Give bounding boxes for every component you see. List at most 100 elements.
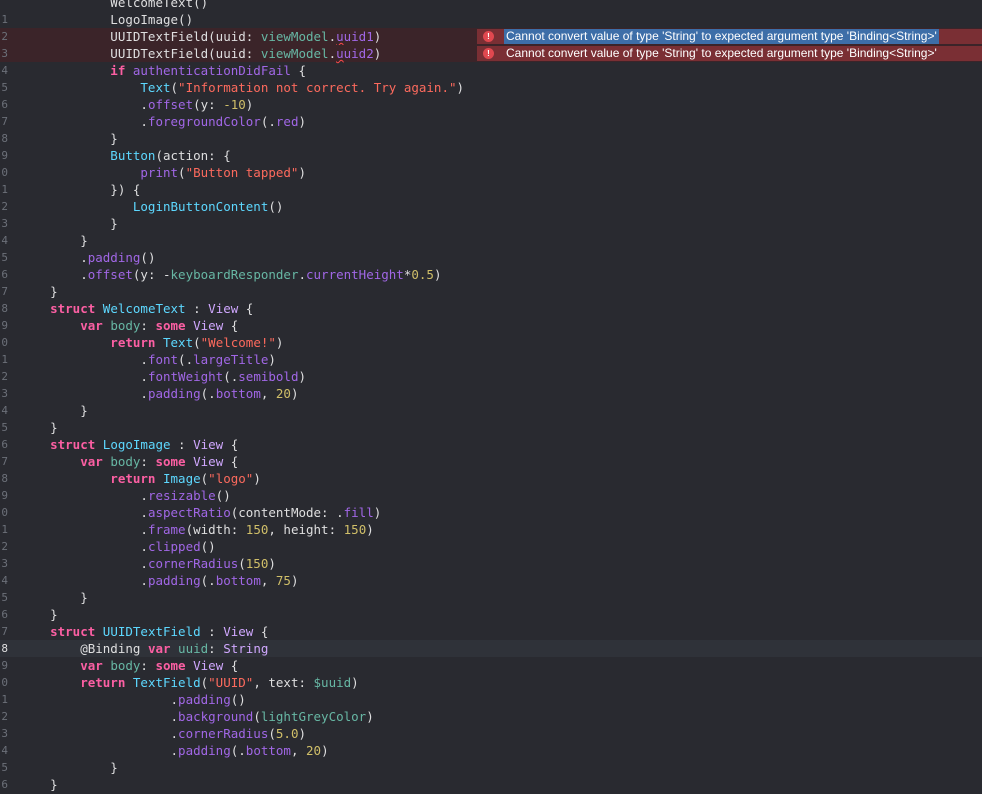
code-text[interactable]: LogoImage() xyxy=(20,11,193,28)
code-line[interactable]: 6 .offset(y: -10) xyxy=(0,96,982,113)
code-text[interactable]: print("Button tapped") xyxy=(20,164,306,181)
code-text[interactable]: .frame(width: 150, height: 150) xyxy=(20,521,373,538)
code-line[interactable]: 3 .cornerRadius(5.0) xyxy=(0,725,982,742)
code-text[interactable]: Text("Information not correct. Try again… xyxy=(20,79,464,96)
code-line[interactable]: 9 Button(action: { xyxy=(0,147,982,164)
code-text[interactable]: } xyxy=(20,776,58,793)
inline-error-banner[interactable]: ! Cannot convert value of type 'String' t… xyxy=(477,46,982,61)
code-text[interactable]: .padding() xyxy=(20,691,246,708)
code-line[interactable]: 3 .padding(.bottom, 20) xyxy=(0,385,982,402)
code-line[interactable]: 7 .foregroundColor(.red) xyxy=(0,113,982,130)
code-line[interactable]: 7 var body: some View { xyxy=(0,453,982,470)
code-line[interactable]: 6 .offset(y: -keyboardResponder.currentH… xyxy=(0,266,982,283)
code-token: , xyxy=(260,386,276,401)
code-line[interactable]: 3 } xyxy=(0,215,982,232)
code-text[interactable]: var body: some View { xyxy=(20,317,238,334)
code-text[interactable]: } xyxy=(20,283,58,300)
code-line[interactable]: 2 .clipped() xyxy=(0,538,982,555)
code-line[interactable]: 3 .cornerRadius(150) xyxy=(0,555,982,572)
code-line[interactable]: 0 print("Button tapped") xyxy=(0,164,982,181)
code-line[interactable]: 8 struct WelcomeText : View { xyxy=(0,300,982,317)
code-line[interactable]: 4 } xyxy=(0,232,982,249)
code-line[interactable]: 1 .frame(width: 150, height: 150) xyxy=(0,521,982,538)
code-text[interactable]: } xyxy=(20,419,58,436)
code-text[interactable]: } xyxy=(20,215,118,232)
code-text[interactable]: } xyxy=(20,402,88,419)
code-text[interactable]: .padding(.bottom, 20) xyxy=(20,742,329,759)
code-line[interactable]: 9 var body: some View { xyxy=(0,657,982,674)
code-text[interactable]: .fontWeight(.semibold) xyxy=(20,368,306,385)
code-text[interactable]: } xyxy=(20,759,118,776)
code-text[interactable]: .cornerRadius(150) xyxy=(20,555,275,572)
code-text[interactable]: } xyxy=(20,606,58,623)
code-text[interactable]: if authenticationDidFail { xyxy=(20,62,306,79)
code-line[interactable]: 5 } xyxy=(0,419,982,436)
code-text[interactable]: }) { xyxy=(20,181,140,198)
code-text[interactable]: .foregroundColor(.red) xyxy=(20,113,306,130)
code-text[interactable]: .offset(y: -keyboardResponder.currentHei… xyxy=(20,266,441,283)
error-icon: ! xyxy=(483,48,494,59)
code-text[interactable]: WelcomeText() xyxy=(20,0,208,11)
code-text[interactable]: Button(action: { xyxy=(20,147,230,164)
code-text[interactable]: struct LogoImage : View { xyxy=(20,436,238,453)
code-text[interactable]: var body: some View { xyxy=(20,657,238,674)
code-line[interactable]: 4 if authenticationDidFail { xyxy=(0,62,982,79)
code-line-current[interactable]: 8 @Binding var uuid: String xyxy=(0,640,982,657)
code-line[interactable]: 2 LoginButtonContent() xyxy=(0,198,982,215)
code-line[interactable]: 4 .padding(.bottom, 75) xyxy=(0,572,982,589)
code-text[interactable]: .offset(y: -10) xyxy=(20,96,253,113)
code-line[interactable]: 5 } xyxy=(0,589,982,606)
code-line[interactable]: 0 .aspectRatio(contentMode: .fill) xyxy=(0,504,982,521)
code-line[interactable]: 2 .background(lightGreyColor) xyxy=(0,708,982,725)
code-text[interactable]: LoginButtonContent() xyxy=(20,198,284,215)
code-text[interactable]: .padding(.bottom, 20) xyxy=(20,385,298,402)
code-text[interactable]: .clipped() xyxy=(20,538,215,555)
inline-error-banner[interactable]: ! Cannot convert value of type 'String' t… xyxy=(477,29,982,44)
code-line[interactable]: 9 .resizable() xyxy=(0,487,982,504)
code-line[interactable]: 6 } xyxy=(0,776,982,793)
code-line[interactable]: 8 return Image("logo") xyxy=(0,470,982,487)
code-line[interactable]: 1 .font(.largeTitle) xyxy=(0,351,982,368)
code-text[interactable]: .cornerRadius(5.0) xyxy=(20,725,307,742)
code-text[interactable]: var body: some View { xyxy=(20,453,238,470)
code-line[interactable]: 0 return Text("Welcome!") xyxy=(0,334,982,351)
code-line[interactable]: WelcomeText() xyxy=(0,0,982,11)
code-line[interactable]: 6 } xyxy=(0,606,982,623)
code-line[interactable]: 1 }) { xyxy=(0,181,982,198)
code-text[interactable]: } xyxy=(20,232,88,249)
code-text[interactable]: .aspectRatio(contentMode: .fill) xyxy=(20,504,381,521)
code-line[interactable]: 5 Text("Information not correct. Try aga… xyxy=(0,79,982,96)
code-line[interactable]: 4 } xyxy=(0,402,982,419)
code-line[interactable]: 0 return TextField("UUID", text: $uuid) xyxy=(0,674,982,691)
code-text[interactable]: .resizable() xyxy=(20,487,230,504)
code-line[interactable]: 6 struct LogoImage : View { xyxy=(0,436,982,453)
code-text[interactable]: } xyxy=(20,130,118,147)
code-editor[interactable]: WelcomeText() 1 LogoImage() 2 UUIDTextFiel… xyxy=(0,0,982,794)
code-text[interactable]: UUIDTextField(uuid: viewModel.uuid1) xyxy=(20,28,381,45)
code-line[interactable]: 9 var body: some View { xyxy=(0,317,982,334)
code-line[interactable]: 5 } xyxy=(0,759,982,776)
code-text[interactable]: return Image("logo") xyxy=(20,470,261,487)
code-line-error[interactable]: 2 UUIDTextField(uuid: viewModel.uuid1)! C… xyxy=(0,28,982,45)
code-line[interactable]: 7 struct UUIDTextField : View { xyxy=(0,623,982,640)
code-text[interactable]: } xyxy=(20,589,88,606)
code-line[interactable]: 4 .padding(.bottom, 20) xyxy=(0,742,982,759)
code-text[interactable]: struct WelcomeText : View { xyxy=(20,300,253,317)
code-text[interactable]: .padding(.bottom, 75) xyxy=(20,572,298,589)
code-text[interactable]: return Text("Welcome!") xyxy=(20,334,283,351)
code-line-error[interactable]: 3 UUIDTextField(uuid: viewModel.uuid2)! C… xyxy=(0,45,982,62)
code-line[interactable]: 7 } xyxy=(0,283,982,300)
code-line[interactable]: 5 .padding() xyxy=(0,249,982,266)
code-text[interactable]: .padding() xyxy=(20,249,155,266)
code-token: { xyxy=(290,63,306,78)
code-text[interactable]: .font(.largeTitle) xyxy=(20,351,276,368)
code-text[interactable]: UUIDTextField(uuid: viewModel.uuid2) xyxy=(20,45,381,62)
code-text[interactable]: .background(lightGreyColor) xyxy=(20,708,374,725)
code-line[interactable]: 8 } xyxy=(0,130,982,147)
code-line[interactable]: 1 .padding() xyxy=(0,691,982,708)
code-text[interactable]: struct UUIDTextField : View { xyxy=(20,623,268,640)
code-line[interactable]: 1 LogoImage() xyxy=(0,11,982,28)
code-text[interactable]: @Binding var uuid: String xyxy=(20,640,268,657)
code-text[interactable]: return TextField("UUID", text: $uuid) xyxy=(20,674,359,691)
code-line[interactable]: 2 .fontWeight(.semibold) xyxy=(0,368,982,385)
